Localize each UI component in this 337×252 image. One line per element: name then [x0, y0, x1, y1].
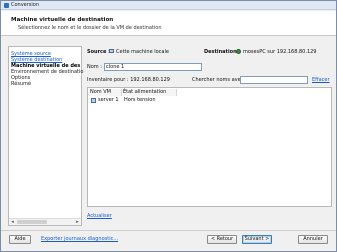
search-input[interactable]: [240, 76, 308, 84]
vm-name-input[interactable]: clone 1: [104, 63, 202, 71]
clear-link[interactable]: Effacer: [312, 77, 330, 83]
window-title: Conversion: [11, 2, 40, 8]
conversion-window: Conversion Machine virtuelle de destinat…: [0, 0, 337, 252]
next-button[interactable]: Suivant >: [242, 235, 272, 244]
page-title: Machine virtuelle de destination: [11, 17, 114, 23]
row-name: server 1: [98, 97, 119, 103]
export-diagnostics-link[interactable]: Exporter journaux diagnostic...: [41, 236, 118, 242]
title-bar: Conversion: [1, 1, 336, 10]
inventory-label: Inventaire pour : 192.168.80.129: [87, 77, 170, 83]
destination-value: mosesPC sur 192.168.80.129: [243, 49, 317, 55]
main-panel: Source : Cette machine locale Destinatio…: [87, 46, 332, 226]
page-subtitle: Sélectionnez le nom et le dossier de la …: [18, 25, 162, 31]
nav-item-resume: Résumé: [11, 81, 32, 87]
back-button[interactable]: < Retour: [207, 235, 237, 244]
search-label: Chercher noms avec :: [192, 77, 247, 83]
column-header-state[interactable]: État alimentation: [122, 89, 177, 96]
host-icon: [236, 49, 241, 54]
help-button[interactable]: Aide: [9, 235, 31, 244]
vm-icon: [91, 98, 96, 103]
computer-icon: [109, 49, 114, 53]
nav-horizontal-scrollbar[interactable]: ◂ ▸: [9, 218, 81, 225]
source-label: Source :: [87, 49, 111, 55]
scroll-thumb[interactable]: [17, 220, 47, 224]
refresh-link[interactable]: Actualiser: [87, 213, 112, 219]
source-value: Cette machine locale: [116, 49, 169, 55]
page-header: Machine virtuelle de destination Sélecti…: [1, 11, 336, 36]
app-icon: [4, 3, 9, 8]
footer-divider: [1, 230, 336, 231]
column-header-name[interactable]: Nom VM: [89, 89, 122, 96]
name-label: Nom :: [87, 64, 102, 70]
cancel-button[interactable]: Annuler: [298, 235, 328, 244]
row-state: Hors tension: [124, 97, 156, 103]
scroll-right-icon[interactable]: ▸: [74, 219, 81, 225]
vm-list: Nom VM État alimentation server 1 Hors t…: [87, 87, 332, 207]
table-row[interactable]: server 1 Hors tension: [89, 97, 332, 104]
wizard-nav: Système source Système destination Machi…: [8, 46, 83, 226]
scroll-left-icon[interactable]: ◂: [9, 219, 16, 225]
destination-label: Destination :: [204, 49, 241, 55]
